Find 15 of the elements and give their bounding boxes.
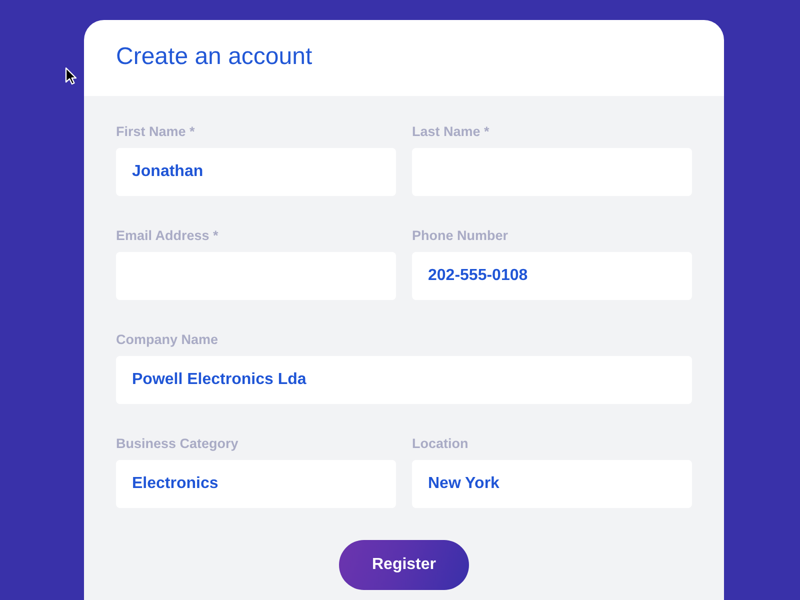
field-label: Email Address * <box>116 228 218 244</box>
field-label: Last Name * <box>412 124 490 140</box>
text-field[interactable]: New York <box>412 460 692 508</box>
text-field[interactable]: Jonathan <box>116 148 396 196</box>
register-button[interactable]: Register <box>339 540 469 590</box>
text-field[interactable]: Electronics <box>116 460 396 508</box>
field-label: Phone Number <box>412 228 508 244</box>
field-label: Business Category <box>116 436 238 452</box>
text-field[interactable]: 202-555-0108 <box>412 252 692 300</box>
field-label: First Name * <box>116 124 195 140</box>
field-label: Company Name <box>116 332 218 348</box>
form-title: Create an account <box>116 43 312 72</box>
mouse-pointer-icon <box>65 67 77 85</box>
text-field[interactable]: Powell Electronics Lda <box>116 356 692 404</box>
field-label: Location <box>412 436 468 452</box>
